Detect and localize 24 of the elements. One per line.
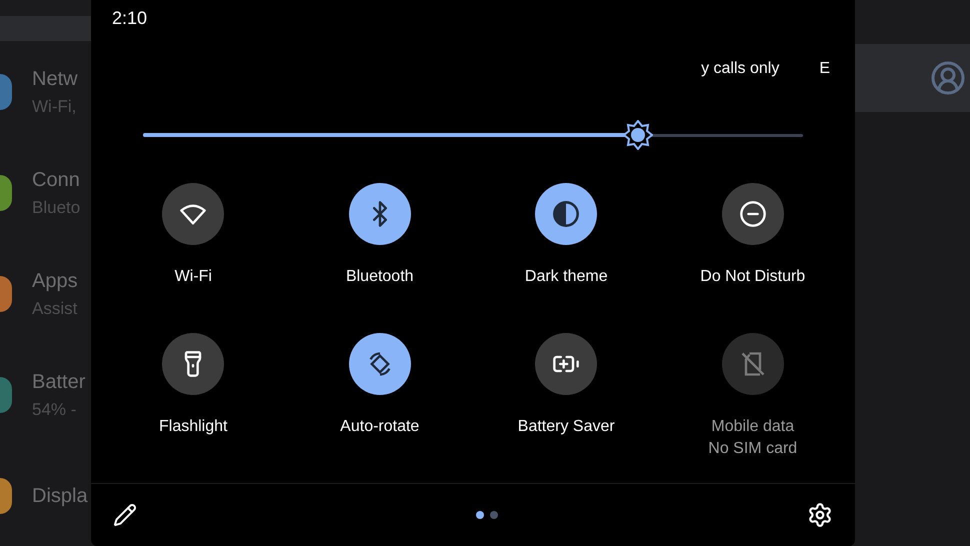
tile-label: Bluetooth [346, 267, 414, 287]
setting-title: Apps [32, 268, 78, 294]
do-not-disturb-icon [738, 200, 767, 228]
tile-label: Battery Saver [518, 417, 615, 437]
setting-title: Displa [32, 484, 88, 508]
tile-label: Dark theme [524, 267, 608, 287]
settings-icon[interactable] [807, 502, 833, 528]
brightness-thumb-icon[interactable] [623, 120, 653, 150]
sim-card-off-icon [738, 350, 767, 378]
setting-title: Netw [32, 66, 78, 92]
tile-label: Wi-Fi [174, 267, 212, 287]
tile-label: Flashlight [159, 417, 228, 437]
tile-label: Auto-rotate [340, 417, 420, 437]
tile-secondary-label: No SIM card [708, 439, 798, 459]
half-circle-icon [552, 200, 580, 228]
tile-label: Mobile data [711, 417, 794, 437]
carrier-text: y calls only [701, 59, 780, 79]
status-time: 2:10 [112, 6, 148, 30]
account-icon[interactable] [930, 60, 966, 96]
setting-title: Conn [32, 168, 80, 193]
setting-title: Batter [32, 370, 86, 395]
network-type: E [819, 59, 830, 79]
edit-icon[interactable] [113, 503, 137, 527]
tile-label: Do Not Disturb [700, 267, 806, 287]
